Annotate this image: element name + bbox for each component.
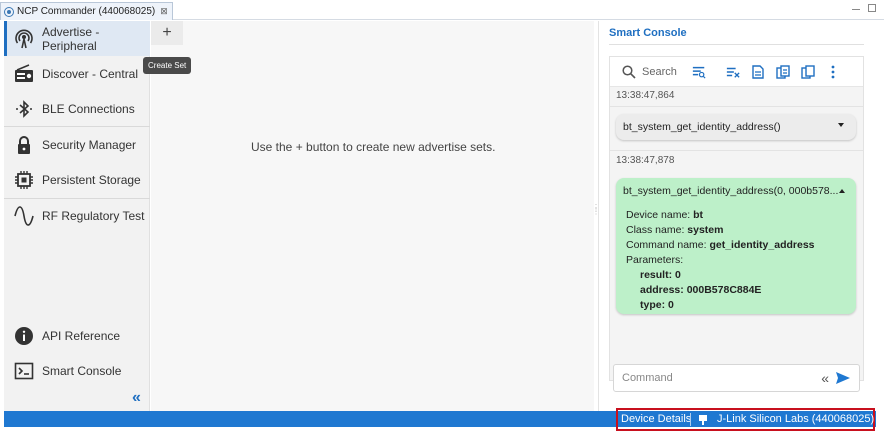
command-name-row: Command name: get_identity_address (626, 239, 815, 251)
sidebar-item-advertise[interactable]: Advertise - Peripheral (4, 21, 150, 56)
device-details-link[interactable]: Device Details (621, 413, 691, 425)
sidebar-item-label: Advertise - Peripheral (42, 24, 100, 53)
status-divider (690, 413, 691, 426)
editor-tab-bar: NCP Commander (440068025) ⊠ (0, 0, 884, 20)
param-result-row: result: 0 (640, 269, 681, 281)
console-toolbar: Search (610, 57, 863, 87)
clear-log-icon[interactable] (726, 65, 740, 79)
sine-wave-icon (14, 205, 34, 226)
radio-icon (14, 63, 34, 84)
collapse-sidebar-button[interactable]: « (132, 389, 141, 407)
command-text: bt_system_get_identity_address() (623, 121, 781, 133)
filter-list-icon[interactable] (692, 65, 706, 79)
search-placeholder: Search (642, 65, 677, 78)
app-icon (4, 6, 14, 17)
sidebar-item-label: API Reference (42, 328, 121, 343)
info-icon (14, 326, 34, 346)
connection-status[interactable]: J-Link Silicon Labs (440068025) (717, 413, 874, 425)
entry-divider (610, 106, 863, 107)
sidebar-item-persistent-storage[interactable]: Persistent Storage (4, 162, 150, 197)
entry-divider (610, 150, 863, 151)
sidebar-item-label: Security Manager (42, 137, 137, 152)
collapse-icon[interactable] (839, 189, 845, 193)
response-command-text: bt_system_get_identity_address(0, 000b57… (623, 185, 839, 197)
console-log: Search 13:38:47,864 bt_system_get_identi… (609, 56, 864, 381)
device-name-row: Device name: bt (626, 209, 704, 221)
command-placeholder: Command (622, 372, 673, 384)
param-address-row: address: 000B578C884E (640, 284, 762, 296)
terminal-icon (14, 361, 34, 381)
sidebar-item-security-manager[interactable]: Security Manager (4, 127, 150, 162)
smart-console-panel: Smart Console Search 13:38:47,864 bt_sys… (598, 21, 876, 411)
param-type-row: type: 0 (640, 299, 674, 311)
sidebar-item-label: BLE Connections (42, 101, 135, 116)
response-details: Device name: bt Class name: system Comma… (623, 208, 849, 313)
search-field[interactable]: Search (610, 64, 692, 79)
command-input[interactable]: Command « (613, 364, 860, 392)
console-title: Smart Console (609, 27, 687, 39)
more-options-icon[interactable] (826, 65, 840, 79)
timestamp: 13:38:47,878 (616, 155, 675, 166)
window-controls (852, 4, 876, 12)
sidebar-item-discover[interactable]: Discover - Central (4, 56, 150, 91)
sidebar-item-smart-console[interactable]: Smart Console (4, 353, 150, 388)
sidebar-item-label: RF Regulatory Test (42, 208, 145, 223)
history-icon[interactable]: « (821, 370, 829, 386)
response-header[interactable]: bt_system_get_identity_address(0, 000b57… (623, 185, 849, 205)
timestamp: 13:38:47,864 (616, 90, 675, 101)
broadcast-icon (14, 29, 34, 49)
bluetooth-icon (14, 99, 34, 119)
search-icon (622, 64, 636, 79)
command-entry[interactable]: bt_system_get_identity_address() (616, 114, 856, 140)
sidebar-item-ble-connections[interactable]: BLE Connections (4, 91, 150, 126)
sidebar-item-api-reference[interactable]: API Reference (4, 318, 150, 353)
lock-icon (14, 135, 34, 155)
document-icon[interactable] (751, 64, 765, 79)
sidebar: Advertise - Peripheral Discover - Centra… (4, 21, 150, 411)
sidebar-item-label: Smart Console (42, 363, 122, 378)
advertise-main-panel: + Create Set Use the + button to create … (143, 21, 594, 411)
tab-title: NCP Commander (440068025) (17, 6, 156, 17)
minimize-icon[interactable] (852, 7, 860, 10)
parameters-label: Parameters: (626, 254, 684, 266)
create-set-button[interactable]: + (151, 21, 183, 45)
maximize-icon[interactable] (868, 4, 876, 12)
chip-icon (14, 170, 34, 190)
send-icon[interactable] (835, 371, 851, 388)
class-name-row: Class name: system (626, 224, 724, 236)
close-tab-icon[interactable]: ⊠ (160, 6, 168, 17)
copy-icon[interactable] (776, 64, 790, 79)
sidebar-item-label: Discover - Central (42, 66, 139, 81)
usb-plug-icon (698, 414, 708, 429)
ncp-commander-tab[interactable]: NCP Commander (440068025) ⊠ (0, 2, 173, 20)
response-entry[interactable]: bt_system_get_identity_address(0, 000b57… (616, 178, 856, 314)
expand-icon[interactable] (838, 123, 844, 127)
sidebar-item-rf-regulatory-test[interactable]: RF Regulatory Test (4, 198, 150, 233)
sidebar-item-label: Persistent Storage (42, 172, 141, 187)
copy-all-icon[interactable] (801, 64, 815, 79)
title-divider (609, 44, 864, 45)
create-set-tooltip: Create Set (143, 57, 192, 74)
empty-state-hint: Use the + button to create new advertise… (251, 140, 496, 154)
